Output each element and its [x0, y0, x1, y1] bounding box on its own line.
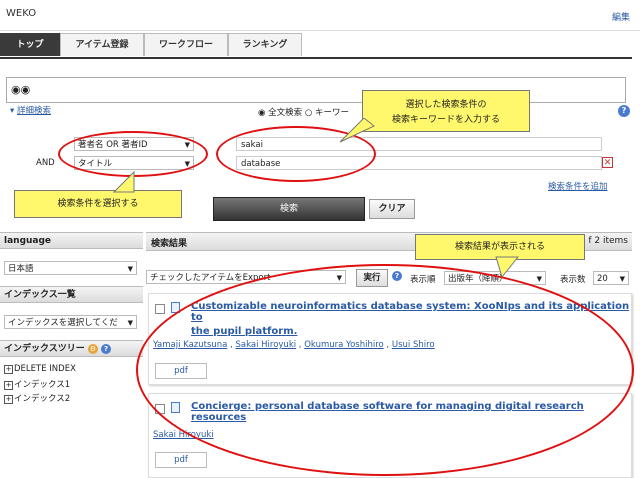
binoculars-icon: ◉◉ — [11, 83, 31, 96]
pdf-file-button[interactable]: pdf — [155, 452, 207, 468]
add-condition-link[interactable]: 検索条件を追加 — [548, 180, 608, 192]
results-title: 検索結果 — [151, 239, 188, 249]
language-select[interactable]: 日本語 ▼ — [4, 261, 137, 275]
settings-icon[interactable]: ⚙ — [87, 343, 98, 354]
callout-pointer — [112, 170, 135, 193]
tree-item-delete-index[interactable]: + DELETE INDEX — [4, 364, 76, 374]
remove-condition-icon[interactable]: ✕ — [602, 157, 613, 168]
expand-icon: + — [4, 365, 13, 374]
per-page-select[interactable]: 20 ▼ — [593, 271, 629, 285]
top-bar: WEKO 編集 — [0, 0, 640, 31]
site-brand: WEKO — [6, 8, 37, 19]
expand-icon: + — [4, 381, 13, 390]
highlight-ring-results — [136, 264, 634, 476]
edit-link[interactable]: 編集 — [612, 10, 630, 23]
per-page-label: 表示数 — [560, 275, 586, 285]
tree-item-index2[interactable]: + インデックス2 — [4, 392, 70, 404]
callout-keyword: 選択した検索条件の 検索キーワードを入力する — [362, 90, 530, 132]
tab-top[interactable]: トップ — [0, 33, 60, 56]
tab-workflow[interactable]: ワークフロー — [144, 33, 228, 56]
callout-select-condition: 検索条件を選択する — [14, 190, 182, 218]
radio-fulltext[interactable]: ◉ — [258, 108, 265, 118]
tree-item-index1[interactable]: + インデックス1 — [4, 378, 70, 390]
results-count: f 2 items — [588, 236, 628, 246]
condition-operator: AND — [36, 158, 55, 168]
search-input[interactable]: ◉◉ — [6, 77, 626, 103]
detail-search-link[interactable]: ▾ 詳細検索 — [10, 104, 51, 116]
language-heading: language — [0, 232, 143, 249]
search-mode-radios: ◉ 全文検索 ○ キーワー — [258, 106, 349, 118]
callout-pointer — [495, 256, 520, 279]
help-icon[interactable]: ? — [618, 105, 630, 117]
index-list-heading: インデックス一覧 — [0, 286, 143, 303]
main-tabs: トップ アイテム登録 ワークフロー ランキング — [0, 33, 632, 59]
tab-ranking[interactable]: ランキング — [228, 33, 302, 56]
index-select[interactable]: インデックスを選択してくだ ▼ — [4, 315, 137, 329]
result-checkbox[interactable] — [155, 304, 165, 314]
search-button[interactable]: 検索 — [213, 197, 365, 221]
sidebar: language 日本語 ▼ インデックス一覧 インデックスを選択してくだ ▼ イン… — [0, 230, 143, 476]
radio-fulltext-label: 全文検索 — [268, 108, 303, 118]
index-tree-heading: インデックスツリー ⚙ ? — [0, 340, 143, 357]
help-icon[interactable]: ? — [101, 343, 112, 354]
radio-keyword-label: キーワー — [314, 108, 349, 118]
expand-icon: + — [4, 395, 13, 404]
callout-pointer — [339, 118, 375, 143]
tab-item-register[interactable]: アイテム登録 — [60, 33, 144, 56]
clear-button[interactable]: クリア — [369, 199, 415, 219]
radio-keyword[interactable]: ○ — [305, 108, 312, 118]
